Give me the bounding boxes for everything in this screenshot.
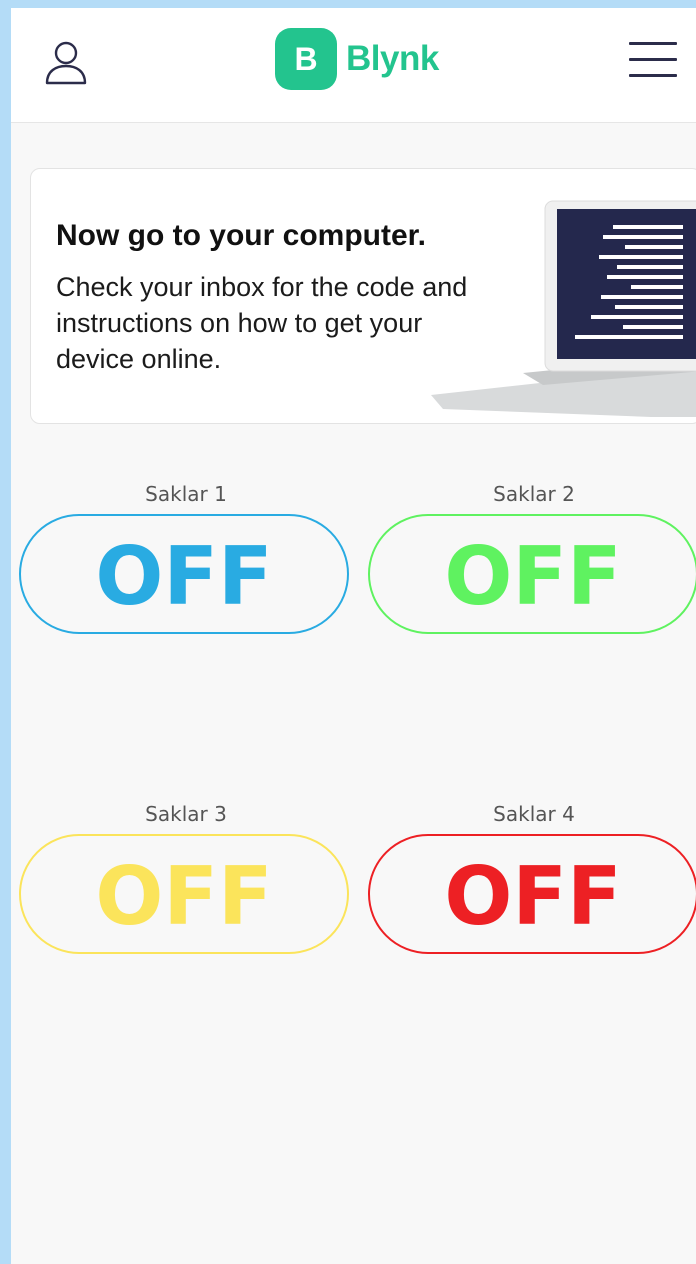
user-icon bbox=[45, 41, 87, 85]
switch-button-4[interactable]: OFF bbox=[368, 834, 696, 954]
onboarding-banner: Now go to your computer. Check your inbo… bbox=[30, 168, 696, 424]
hamburger-menu-button[interactable] bbox=[629, 42, 677, 80]
top-bar: B Blynk bbox=[11, 8, 696, 123]
logo-text: Blynk bbox=[346, 39, 439, 78]
switch-state-4: OFF bbox=[444, 849, 622, 943]
laptop-illustration-icon bbox=[431, 200, 696, 417]
switch-button-3[interactable]: OFF bbox=[19, 834, 349, 954]
user-profile-button[interactable] bbox=[41, 38, 91, 86]
switch-button-1[interactable]: OFF bbox=[19, 514, 349, 634]
switch-state-2: OFF bbox=[444, 529, 622, 623]
switch-label-4: Saklar 4 bbox=[493, 802, 575, 826]
switch-label-1: Saklar 1 bbox=[145, 482, 227, 506]
logo-badge: B bbox=[275, 28, 337, 90]
switch-label-2: Saklar 2 bbox=[493, 482, 575, 506]
switch-label-3: Saklar 3 bbox=[145, 802, 227, 826]
switch-state-1: OFF bbox=[95, 529, 273, 623]
blynk-logo: B Blynk bbox=[275, 28, 439, 90]
app-screen: B Blynk Now go to your computer. Check y… bbox=[11, 8, 696, 1264]
banner-title: Now go to your computer. bbox=[56, 219, 427, 252]
switch-state-3: OFF bbox=[95, 849, 273, 943]
switch-button-2[interactable]: OFF bbox=[368, 514, 696, 634]
hamburger-menu-icon bbox=[629, 42, 677, 77]
